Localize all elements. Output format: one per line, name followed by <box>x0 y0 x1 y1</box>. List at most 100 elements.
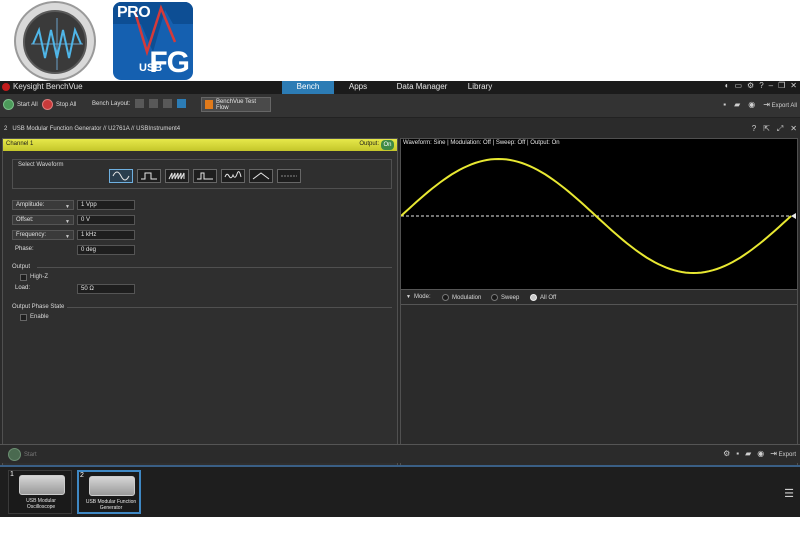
mode-dropdown[interactable]: ▼ Mode: <box>406 294 431 300</box>
start-label: Start <box>24 451 37 458</box>
sweep-radio[interactable] <box>491 294 498 301</box>
phase-row: Phase: 0 deg <box>12 245 142 255</box>
function-generator-app-icon[interactable]: PRO USB FG <box>113 2 193 80</box>
all-off-radio[interactable] <box>530 294 537 301</box>
modulation-label: Modulation <box>452 294 482 301</box>
enable-checkbox[interactable] <box>20 314 27 321</box>
offset-row: Offset: ▼ 0 V <box>12 215 142 225</box>
output-divider <box>37 267 392 268</box>
ramp-wave-button[interactable] <box>165 169 189 183</box>
thumbnail-caption-line2: Generator <box>99 505 123 511</box>
stop-all-label: Stop All <box>56 101 77 108</box>
amplitude-select[interactable]: Amplitude: ▼ <box>12 200 74 210</box>
stop-icon <box>42 99 53 110</box>
instrument-controls: ? ⇱ ⤢ ✕ <box>752 124 797 134</box>
thumbnail-caption-line2: Oscilloscope <box>26 504 56 510</box>
start-all-button[interactable]: Start All <box>3 99 38 110</box>
export-all-label: Export All <box>771 103 797 109</box>
capture-icon[interactable]: ◉ <box>757 449 764 458</box>
settings-icon[interactable]: ⚙ <box>747 81 754 90</box>
save-icon[interactable]: ▪ <box>723 100 726 109</box>
open-folder-icon[interactable]: ▰ <box>734 100 740 109</box>
notifications-icon[interactable]: ◐ <box>725 81 730 90</box>
help-icon[interactable]: ? <box>759 81 763 90</box>
device-image <box>89 476 135 496</box>
phase-label: Phase: <box>15 246 34 252</box>
load-label: Load: <box>15 285 31 291</box>
tab-bench[interactable]: Bench <box>282 81 334 94</box>
thumbnail-function-generator[interactable]: 2 USB Modular Function Generator <box>77 470 141 514</box>
test-flow-label: BenchVue Test Flow <box>215 98 256 111</box>
keysight-logo-icon <box>2 83 10 91</box>
frequency-select[interactable]: Frequency: ▼ <box>12 230 74 240</box>
instrument-footer: Start ⚙ ▪ ▰ ◉ ⇥ Export <box>0 444 800 463</box>
export-all-button[interactable]: ⇥ Export All <box>763 100 797 109</box>
export-button[interactable]: ⇥ Export <box>770 449 796 458</box>
start-button[interactable]: Start <box>8 448 37 461</box>
oscilloscope-app-icon[interactable] <box>14 1 96 81</box>
output-toggle[interactable]: On <box>381 140 394 150</box>
help-icon[interactable]: ? <box>752 124 756 134</box>
amplitude-input[interactable]: 1 Vpp <box>77 200 135 210</box>
layout-grid-3-icon[interactable] <box>163 99 173 108</box>
chevron-down-icon: ▼ <box>65 219 70 225</box>
thumbnail-number: 1 <box>10 471 14 478</box>
start-all-label: Start All <box>17 101 38 108</box>
layout-grid-2-icon[interactable] <box>149 99 159 108</box>
square-wave-button[interactable] <box>137 169 161 183</box>
oscilloscope-screen <box>23 10 87 74</box>
restore-icon[interactable]: ❐ <box>778 81 785 90</box>
minimize-icon[interactable]: – <box>769 81 773 90</box>
bench-layout: Bench Layout: <box>92 99 187 108</box>
popout-icon[interactable]: ⇱ <box>763 124 770 134</box>
mode-all-off[interactable]: All Off <box>530 294 556 301</box>
play-icon <box>8 448 21 461</box>
menu-icon[interactable]: ☰ <box>784 487 794 500</box>
triangle-wave-button[interactable] <box>249 169 273 183</box>
offset-input[interactable]: 0 V <box>77 215 135 225</box>
control-panel: Channel 1 Output: On Select Waveform Amp… <box>2 138 398 484</box>
high-z-checkbox[interactable] <box>20 274 27 281</box>
layout-grid-1-icon[interactable] <box>135 99 145 108</box>
export-icon: ⇥ <box>763 100 770 109</box>
stop-all-button[interactable]: Stop All <box>42 99 76 110</box>
test-flow-button[interactable]: BenchVue Test Flow <box>201 97 271 112</box>
mode-modulation[interactable]: Modulation <box>442 294 481 301</box>
arbitrary-wave-button[interactable] <box>221 169 245 183</box>
modulation-radio[interactable] <box>442 294 449 301</box>
output-phase-state-label: Output Phase State <box>12 304 65 310</box>
mode-sweep[interactable]: Sweep <box>491 294 519 301</box>
chat-icon[interactable]: ▭ <box>734 81 742 90</box>
phase-input[interactable]: 0 deg <box>77 245 135 255</box>
chevron-down-icon: ▼ <box>406 294 411 300</box>
settings-icon[interactable]: ⚙ <box>723 449 730 458</box>
window-controls: ◐ ▭ ⚙ ? – ❐ ✕ <box>725 81 797 90</box>
ramp-icon <box>168 172 185 180</box>
thumbnail-oscilloscope[interactable]: 1 USB Modular Oscilloscope <box>8 470 72 514</box>
sine-wave-button[interactable] <box>109 169 133 183</box>
dc-wave-button[interactable] <box>277 169 301 183</box>
instrument-name: USB Modular Function Generator // U2761A… <box>12 126 181 132</box>
output-label: Output: <box>359 141 379 147</box>
arbitrary-icon <box>224 171 242 179</box>
sine-wave-icon <box>31 18 83 70</box>
frequency-label: Frequency: <box>16 232 47 238</box>
save-icon[interactable]: ▪ <box>736 449 739 458</box>
frequency-input[interactable]: 1 kHz <box>77 230 135 240</box>
maximize-icon[interactable]: ⤢ <box>777 124 783 134</box>
open-folder-icon[interactable]: ▰ <box>745 449 751 458</box>
instrument-thumbnails: 1 USB Modular Oscilloscope 2 USB Modular … <box>0 465 800 517</box>
close-icon[interactable]: ✕ <box>790 81 797 90</box>
layout-single-icon[interactable] <box>177 99 187 108</box>
offset-select[interactable]: Offset: ▼ <box>12 215 74 225</box>
close-icon[interactable]: ✕ <box>790 124 797 134</box>
pulse-icon <box>197 172 213 180</box>
square-icon <box>141 172 157 180</box>
load-input[interactable]: 50 Ω <box>77 284 135 294</box>
pulse-wave-button[interactable] <box>193 169 217 183</box>
tab-library[interactable]: Library <box>462 81 498 94</box>
tab-apps[interactable]: Apps <box>334 81 382 94</box>
channel-header: Channel 1 Output: On <box>3 139 397 151</box>
tab-data-manager[interactable]: Data Manager <box>382 81 462 94</box>
capture-icon[interactable]: ◉ <box>748 100 755 109</box>
